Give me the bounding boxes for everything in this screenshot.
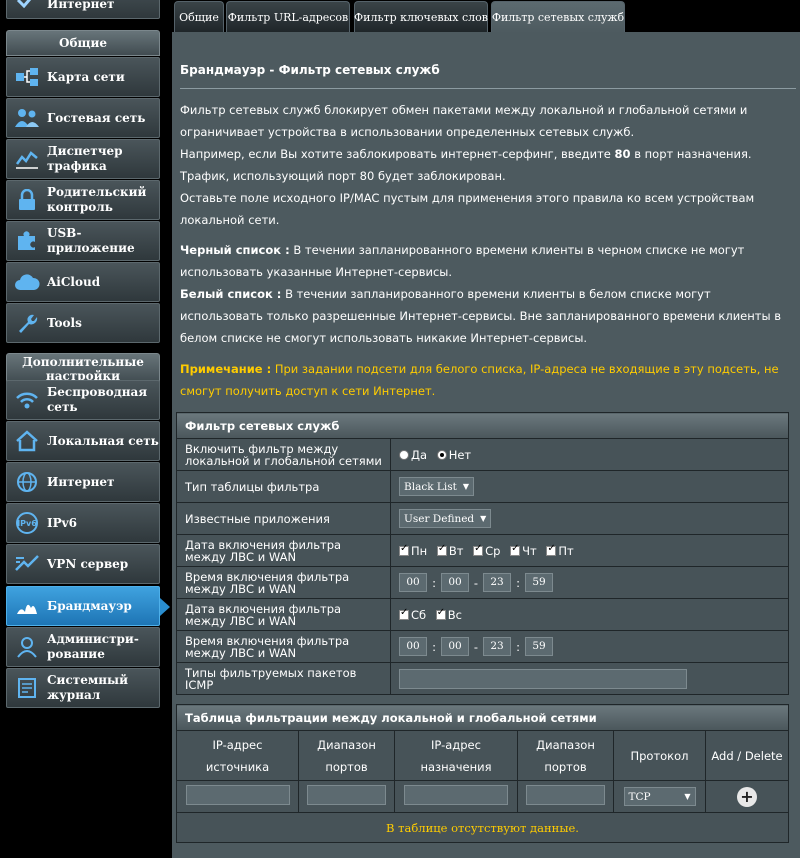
network-map-icon [7, 67, 47, 87]
filter-settings-table: Фильтр сетевых служб Включить фильтр меж… [176, 412, 789, 695]
tab-network-services-filter[interactable]: Фильтр сетевых служб [491, 1, 625, 33]
traffic-manager-icon [7, 149, 47, 169]
sidebar-item-tools[interactable]: Tools [6, 303, 160, 343]
day-fri-checkbox[interactable] [546, 543, 557, 556]
tab-general[interactable]: Общие [174, 1, 224, 32]
menu-item-internet-top[interactable]: Интернет [6, 0, 160, 19]
weekday-date-label: Дата включения фильтра между ЛВС и WAN [176, 534, 391, 567]
description-p3: Оставьте поле исходного IP/MAC пустым дл… [180, 191, 755, 227]
no-data-message: В таблице отсутствуют данные. [176, 812, 789, 843]
note-info: Примечание : При задании подсети для бел… [180, 362, 779, 398]
description-p1: Фильтр сетевых служб блокирует обмен пак… [180, 103, 748, 139]
rules-header: Таблица фильтрации между локальной и гло… [176, 704, 789, 731]
day-tue-checkbox[interactable] [436, 543, 447, 556]
sidebar-item-administration[interactable]: Администри-рование [6, 627, 160, 667]
weekend-end-min[interactable]: 59 [525, 637, 553, 656]
sidebar-item-vpn[interactable]: VPN сервер [6, 544, 160, 584]
wifi-icon [7, 390, 47, 410]
globe-icon [7, 471, 47, 493]
log-icon [7, 677, 47, 699]
sidebar-item-firewall[interactable]: Брандмауэр [6, 586, 170, 626]
destination-ports-input[interactable] [526, 785, 605, 805]
puzzle-icon [7, 230, 47, 252]
source-ports-input[interactable] [307, 785, 386, 805]
sidebar-item-internet[interactable]: Интернет [6, 462, 160, 502]
enable-no-radio[interactable] [436, 449, 447, 460]
sidebar-item-system-log[interactable]: Системный журнал [6, 668, 160, 708]
sidebar-item-parental-control[interactable]: Родительский контроль [6, 180, 160, 220]
col-destination-ports: Диапазон портов [517, 730, 614, 781]
weekday-start-hour[interactable]: 00 [399, 573, 427, 592]
whitelist-info: Белый список : В течении запланированног… [180, 287, 781, 345]
filter-settings-header: Фильтр сетевых служб [176, 412, 789, 439]
description-p2: Например, если Вы хотите заблокировать и… [180, 147, 752, 183]
chevron-down-icon: ▼ [480, 514, 487, 523]
tab-url-filter[interactable]: Фильтр URL-адресов [226, 1, 350, 32]
weekend-date-label: Дата включения фильтра между ЛВС и WAN [176, 598, 391, 631]
advanced-header: Дополнительные настройки [6, 353, 160, 383]
day-sat-checkbox[interactable] [399, 607, 409, 620]
known-apps-select[interactable]: User Defined ▼ [399, 509, 492, 528]
sidebar-item-guest-network[interactable]: Гостевая сеть [6, 98, 160, 138]
weekday-end-hour[interactable]: 23 [483, 573, 511, 592]
checkmark-icon [7, 0, 47, 8]
sidebar: Интернет Общие Карта сети Гостевая сеть … [0, 0, 170, 858]
enable-yes-radio[interactable] [399, 449, 409, 460]
icmp-types-label: Типы фильтруемых пакетов ICMP [176, 662, 391, 695]
known-apps-label: Известные приложения [176, 502, 391, 535]
chevron-down-icon: ▼ [684, 792, 691, 801]
weekend-time-label: Время включения фильтра между ЛВС и WAN [176, 630, 391, 663]
general-header: Общие [6, 30, 160, 56]
icmp-types-input[interactable] [399, 668, 687, 689]
enable-filter-label: Включить фильтр между локальной и глобал… [176, 438, 391, 471]
sidebar-item-usb-app[interactable]: USB-приложение [6, 221, 160, 261]
sidebar-item-ipv6[interactable]: IPv6 IPv6 [6, 503, 160, 543]
weekend-start-min[interactable]: 00 [441, 637, 469, 656]
sidebar-item-network-map[interactable]: Карта сети [6, 57, 160, 97]
col-destination-ip: IP-адрес назначения [394, 730, 518, 781]
destination-ip-input[interactable] [404, 785, 508, 805]
sidebar-item-traffic-manager[interactable]: Диспетчер трафика [6, 139, 160, 179]
home-icon [7, 430, 47, 452]
col-source-ports: Диапазон портов [298, 730, 395, 781]
svg-text:IPv6: IPv6 [17, 519, 37, 528]
table-type-label: Тип таблицы фильтра [176, 470, 391, 503]
add-rule-icon[interactable]: + [737, 786, 757, 807]
col-add-delete: Add / Delete [705, 730, 789, 781]
title-divider [180, 88, 796, 89]
wrench-icon [7, 312, 47, 334]
weekday-time-label: Время включения фильтра между ЛВС и WAN [176, 566, 391, 599]
source-ip-input[interactable] [185, 785, 290, 805]
main-panel: Брандмауэр - Фильтр сетевых служб Фильтр… [172, 32, 800, 858]
day-wed-checkbox[interactable] [473, 543, 484, 556]
vpn-icon [7, 554, 47, 574]
day-mon-checkbox[interactable] [399, 543, 409, 556]
lock-icon [7, 189, 47, 211]
admin-icon [7, 636, 47, 658]
col-protocol: Протокол [613, 730, 706, 781]
weekday-start-min[interactable]: 00 [441, 573, 469, 592]
page-title: Брандмауэр - Фильтр сетевых служб [180, 63, 440, 77]
firewall-icon [7, 596, 47, 616]
table-type-select[interactable]: Black List ▼ [399, 477, 475, 496]
guest-network-icon [7, 108, 47, 128]
sidebar-item-wireless[interactable]: Беспроводная сеть [6, 380, 160, 420]
rules-table: Таблица фильтрации между локальной и гло… [176, 704, 789, 843]
description-block: Фильтр сетевых служб блокирует обмен пак… [180, 99, 784, 231]
sidebar-item-lan[interactable]: Локальная сеть [6, 421, 160, 461]
sidebar-item-aicloud[interactable]: AiCloud [6, 262, 160, 302]
weekday-end-min[interactable]: 59 [525, 573, 553, 592]
day-thu-checkbox[interactable] [510, 543, 521, 556]
col-source-ip: IP-адрес источника [176, 730, 299, 781]
day-sun-checkbox[interactable] [435, 607, 446, 620]
cloud-icon [7, 273, 47, 291]
tab-keyword-filter[interactable]: Фильтр ключевых слов [354, 1, 488, 32]
weekend-start-hour[interactable]: 00 [399, 637, 427, 656]
ipv6-icon: IPv6 [7, 512, 47, 534]
weekend-end-hour[interactable]: 23 [483, 637, 511, 656]
chevron-down-icon: ▼ [462, 482, 470, 491]
protocol-select[interactable]: TCP ▼ [623, 787, 696, 806]
blacklist-info: Черный список : В течении запланированно… [180, 243, 745, 279]
